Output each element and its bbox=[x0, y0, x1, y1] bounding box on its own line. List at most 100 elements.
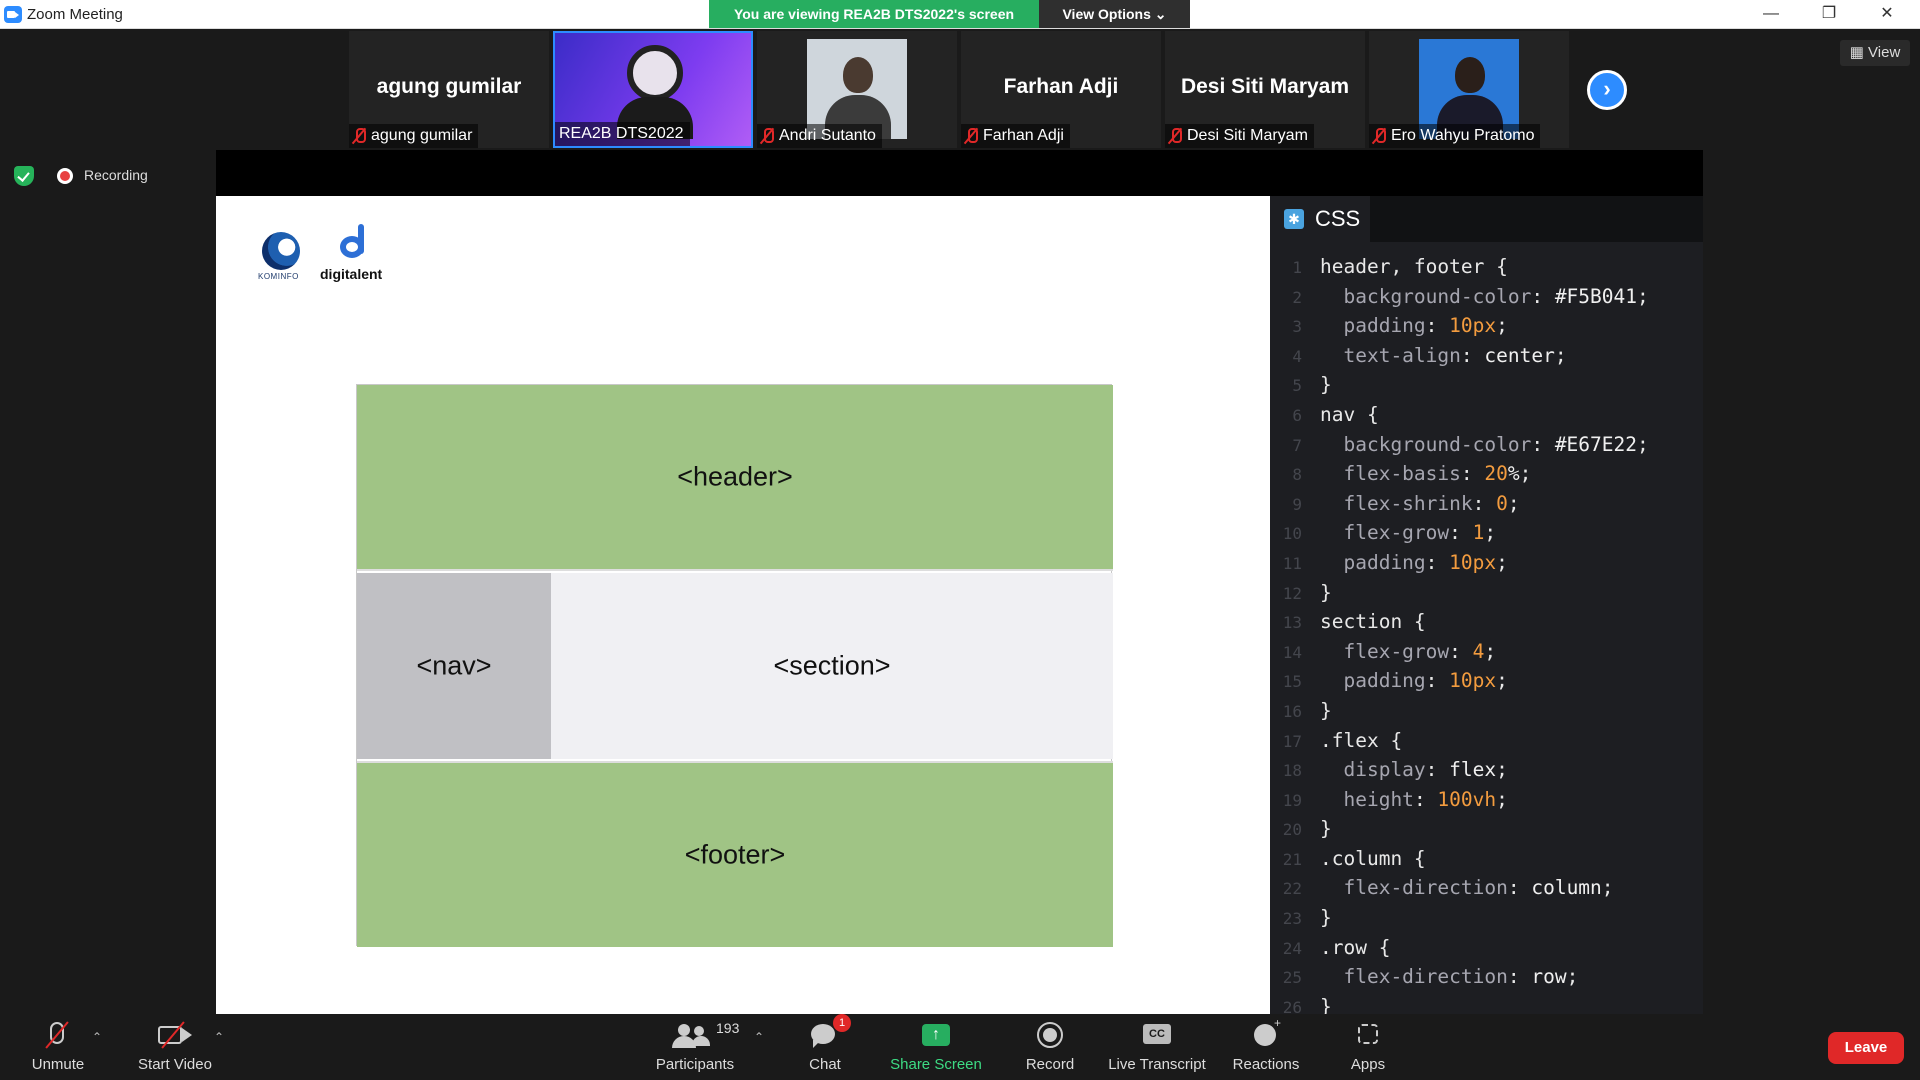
digitalent-logo: digitalent bbox=[320, 224, 392, 284]
code-area[interactable]: 1 header, footer {2 background-color: #F5… bbox=[1270, 252, 1649, 1014]
live-transcript-button[interactable]: CC Live Transcript bbox=[1104, 1020, 1210, 1076]
code-line: 14 flex-grow: 4; bbox=[1270, 637, 1649, 667]
diagram-nav-block: <nav> bbox=[357, 573, 551, 759]
code-line: 23} bbox=[1270, 903, 1649, 933]
line-number: 2 bbox=[1292, 287, 1302, 307]
line-number: 22 bbox=[1282, 879, 1302, 899]
chevron-right-icon[interactable]: › bbox=[1587, 70, 1627, 110]
code-text: } bbox=[1320, 817, 1332, 841]
code-line: 20} bbox=[1270, 814, 1649, 844]
line-number: 15 bbox=[1282, 672, 1302, 692]
view-button[interactable]: ▦ View bbox=[1840, 40, 1910, 66]
person-head bbox=[843, 57, 873, 93]
code-text: nav { bbox=[1320, 402, 1379, 426]
participant-tile[interactable]: Andri Sutanto bbox=[757, 31, 957, 148]
line-number: 20 bbox=[1282, 820, 1302, 840]
code-line: 7 background-color: #E67E22; bbox=[1270, 430, 1648, 460]
leave-button[interactable]: Leave bbox=[1828, 1032, 1904, 1064]
code-text: flex-grow: 1; bbox=[1343, 521, 1497, 545]
chat-button[interactable]: 1 Chat bbox=[795, 1014, 855, 1076]
apps-button[interactable]: Apps bbox=[1328, 1020, 1408, 1076]
code-line: 12} bbox=[1270, 578, 1649, 608]
editor-tab-bar: ✱ CSS bbox=[1270, 196, 1703, 242]
line-number: 3 bbox=[1292, 317, 1302, 337]
headphones-person bbox=[627, 45, 683, 101]
line-number: 6 bbox=[1292, 405, 1302, 425]
code-line: 15 padding: 10px; bbox=[1270, 666, 1649, 696]
person-head bbox=[1455, 57, 1485, 93]
css-editor: ✱ CSS 1 header, footer {2 background-colo… bbox=[1270, 196, 1703, 1014]
participant-tile[interactable]: Farhan Adji Farhan Adji bbox=[961, 31, 1161, 148]
css-icon: ✱ bbox=[1284, 209, 1304, 229]
code-line: 25 flex-direction: row; bbox=[1270, 962, 1649, 992]
code-line: 24 .row { bbox=[1270, 933, 1649, 963]
code-line: 8 flex-basis: 20%; bbox=[1270, 459, 1649, 489]
recording-label: Recording bbox=[84, 167, 148, 183]
diagram-header-block: <header> bbox=[357, 385, 1113, 571]
close-button[interactable]: ✕ bbox=[1858, 0, 1916, 29]
line-number: 10 bbox=[1282, 524, 1302, 544]
zoom-app-icon bbox=[4, 6, 22, 23]
window-title: Zoom Meeting bbox=[27, 6, 123, 23]
code-text: flex-basis: 20%; bbox=[1343, 462, 1532, 486]
record-icon bbox=[1010, 1020, 1090, 1050]
record-button[interactable]: Record bbox=[1010, 1020, 1090, 1076]
participants-options-caret[interactable]: ⌃ bbox=[754, 1030, 764, 1044]
video-options-caret[interactable]: ⌃ bbox=[214, 1030, 224, 1044]
line-number: 11 bbox=[1282, 553, 1302, 573]
unmute-button[interactable]: Unmute bbox=[18, 1020, 98, 1076]
shield-icon[interactable] bbox=[14, 166, 34, 186]
code-line: 5} bbox=[1270, 370, 1649, 400]
view-options-button[interactable]: View Options ⌄ bbox=[1039, 0, 1190, 28]
line-number: 16 bbox=[1282, 701, 1302, 721]
diagram-footer-label: <footer> bbox=[684, 839, 786, 870]
code-text: text-align: center; bbox=[1343, 343, 1567, 367]
participant-tile-active[interactable]: REA2B DTS2022 bbox=[553, 31, 753, 148]
code-line: 16} bbox=[1270, 696, 1649, 726]
code-line: 1 header, footer { bbox=[1270, 252, 1649, 282]
code-text: .column { bbox=[1320, 846, 1426, 870]
shared-screen: KOMINFO digitalent <header> <nav> <secti… bbox=[216, 150, 1703, 1014]
apps-icon bbox=[1328, 1020, 1408, 1050]
participant-tile[interactable]: agung gumilar agung gumilar bbox=[349, 31, 549, 148]
restore-button[interactable]: ❐ bbox=[1800, 0, 1858, 29]
line-number: 12 bbox=[1282, 583, 1302, 603]
line-number: 26 bbox=[1282, 997, 1302, 1014]
minimize-button[interactable]: — bbox=[1742, 0, 1800, 29]
line-number: 1 bbox=[1292, 258, 1302, 277]
code-line: 11 padding: 10px; bbox=[1270, 548, 1649, 578]
code-line: 17 .flex { bbox=[1270, 726, 1649, 756]
participant-tile[interactable]: Desi Siti Maryam Desi Siti Maryam bbox=[1165, 31, 1365, 148]
record-icon bbox=[57, 168, 73, 184]
mic-muted-icon bbox=[1169, 128, 1182, 144]
share-screen-icon: ↑ bbox=[886, 1020, 986, 1050]
chat-badge: 1 bbox=[833, 1014, 851, 1032]
code-line: 4 text-align: center; bbox=[1270, 341, 1649, 371]
line-number: 13 bbox=[1282, 613, 1302, 633]
line-number: 14 bbox=[1282, 642, 1302, 662]
reactions-button[interactable]: + Reactions bbox=[1226, 1016, 1306, 1076]
css-tab[interactable]: ✱ CSS bbox=[1270, 196, 1370, 242]
code-text: display: flex; bbox=[1343, 758, 1508, 782]
code-text: height: 100vh; bbox=[1343, 787, 1508, 811]
smiley-icon: + bbox=[1226, 1016, 1306, 1050]
share-screen-button[interactable]: ↑ Share Screen bbox=[886, 1020, 986, 1076]
code-text: } bbox=[1320, 698, 1332, 722]
start-video-button[interactable]: Start Video bbox=[130, 1020, 220, 1076]
diagram-header-label: <header> bbox=[677, 461, 793, 492]
code-text: } bbox=[1320, 906, 1332, 930]
line-number: 17 bbox=[1282, 731, 1302, 751]
code-text: flex-direction: row; bbox=[1343, 965, 1579, 989]
code-text: flex-grow: 4; bbox=[1343, 639, 1497, 663]
mic-muted-icon bbox=[965, 128, 978, 144]
code-text: flex-shrink: 0; bbox=[1343, 491, 1520, 515]
participants-button[interactable]: 193 Participants bbox=[650, 1020, 740, 1076]
participant-label: Andri Sutanto bbox=[757, 124, 882, 148]
participant-label: Desi Siti Maryam bbox=[1165, 124, 1314, 148]
line-number: 18 bbox=[1282, 761, 1302, 781]
audio-options-caret[interactable]: ⌃ bbox=[92, 1030, 102, 1044]
participant-tile[interactable]: Ero Wahyu Pratomo bbox=[1369, 31, 1569, 148]
title-bar: Zoom Meeting You are viewing REA2B DTS20… bbox=[0, 0, 1920, 29]
kominfo-logo: KOMINFO bbox=[258, 232, 302, 282]
line-number: 4 bbox=[1292, 346, 1302, 366]
